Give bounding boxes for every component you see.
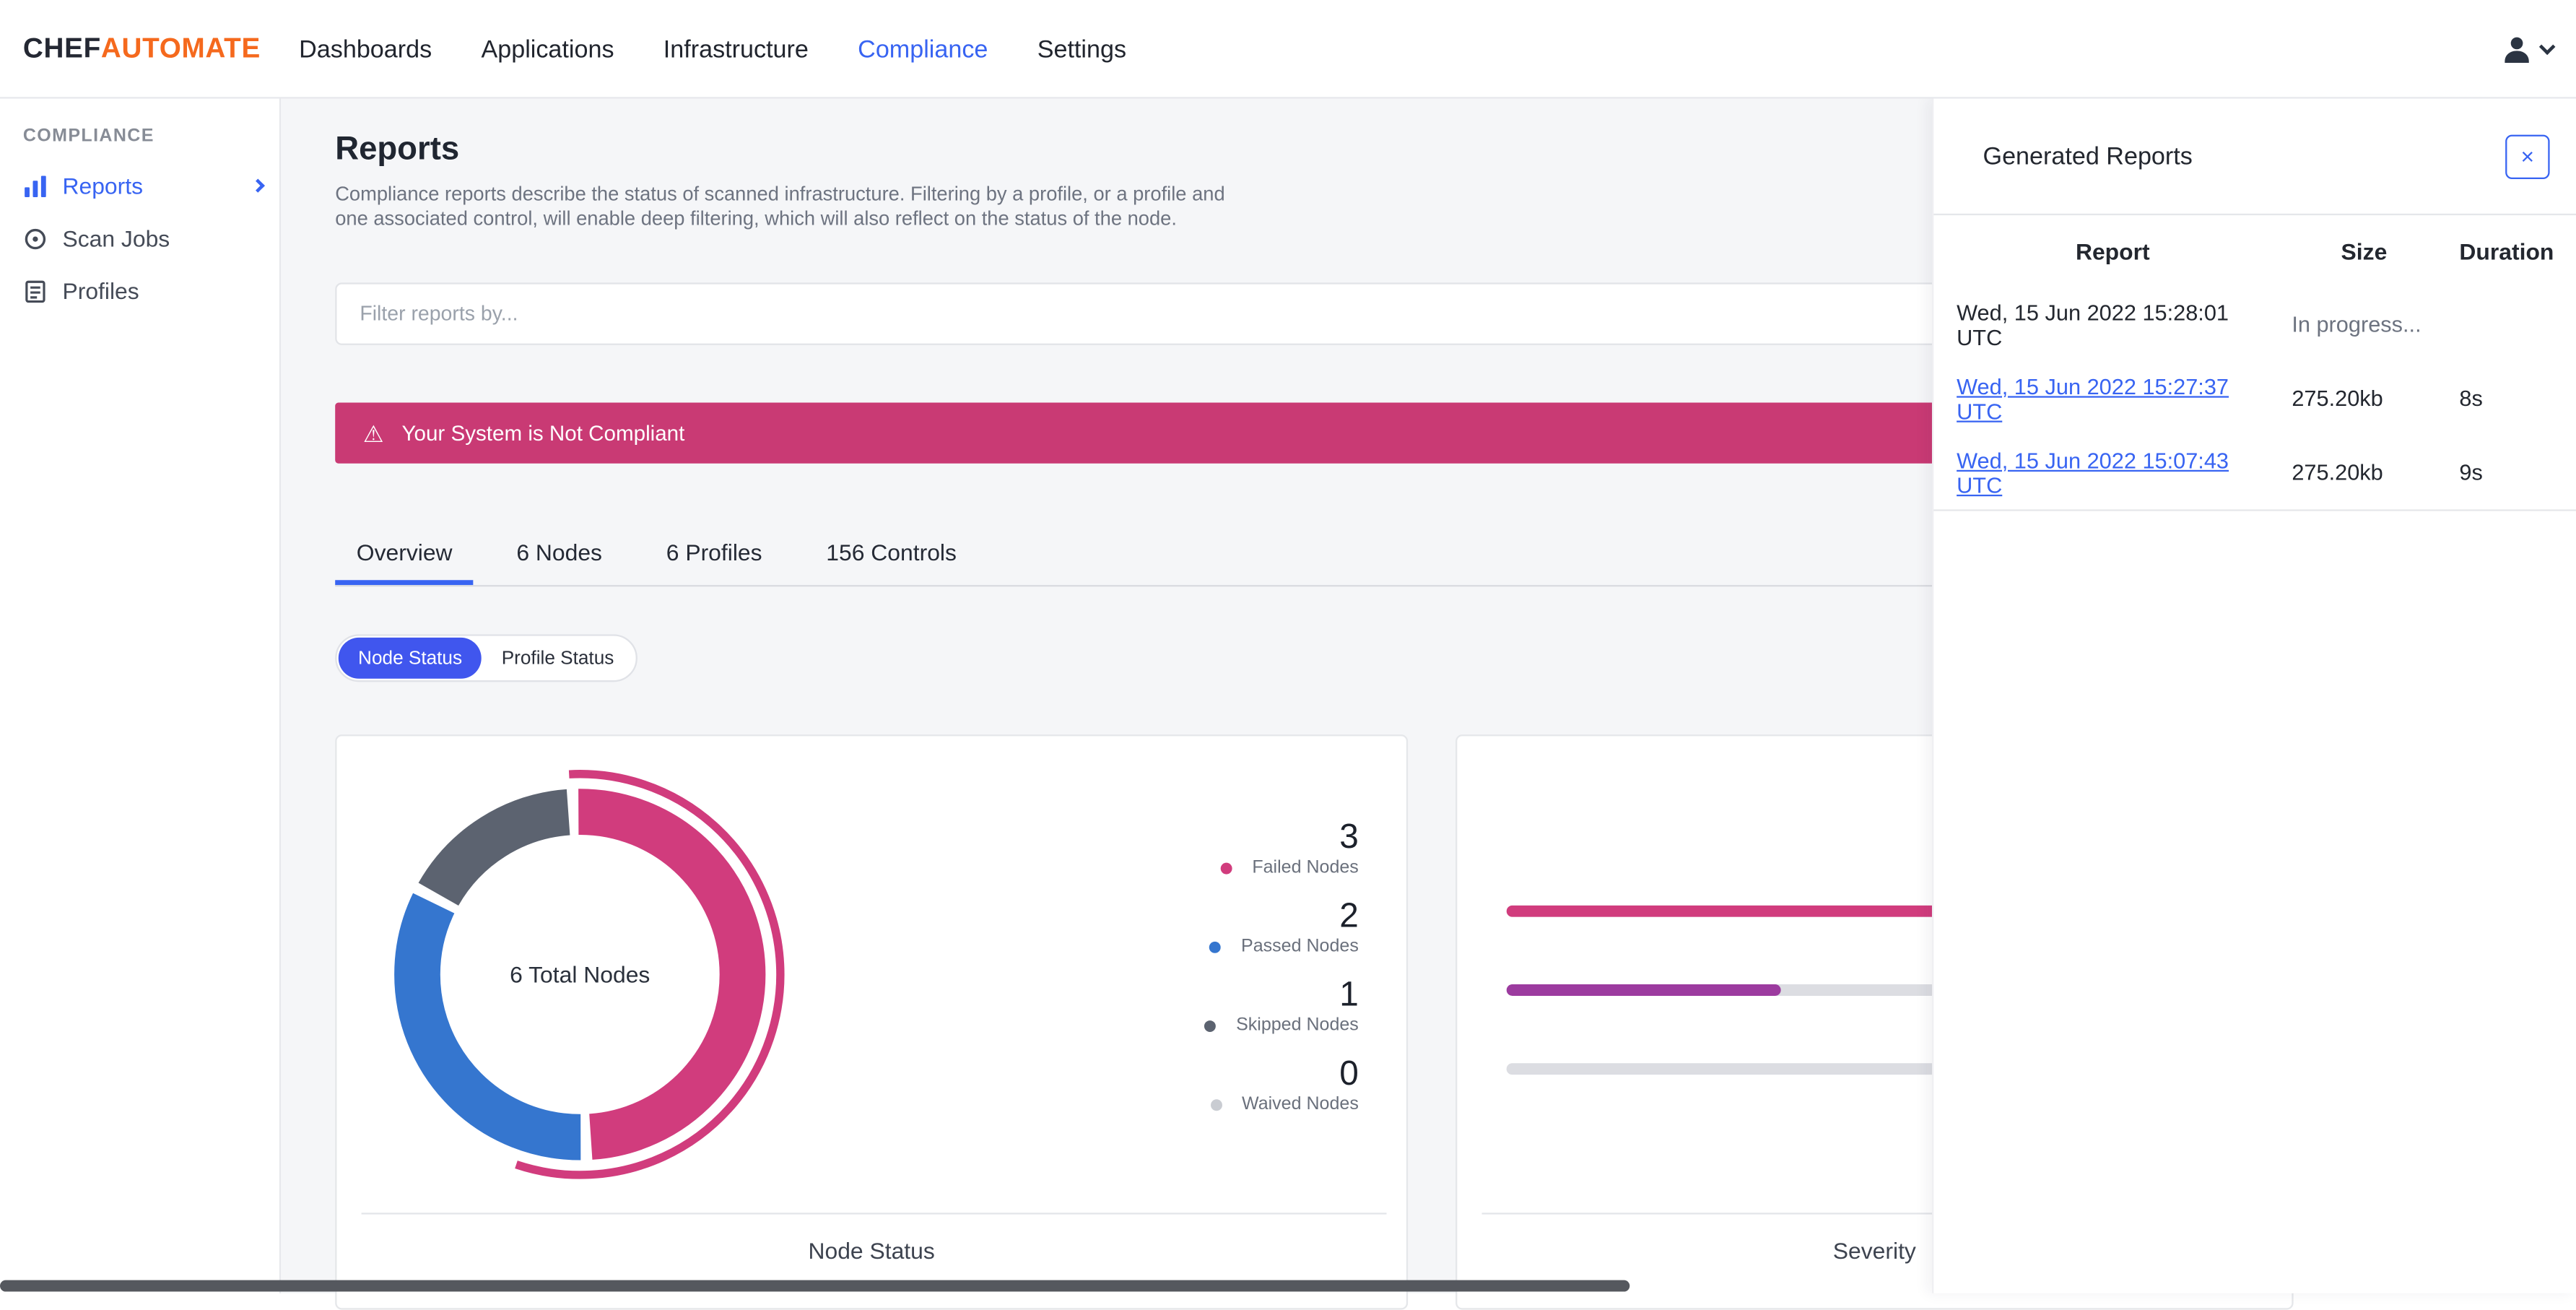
skipped-label: Skipped Nodes (1236, 1015, 1359, 1036)
node-status-card: 6 Total Nodes 3 Failed Nodes 2 Passed No… (335, 734, 1409, 1310)
passed-dot-icon (1209, 941, 1222, 953)
waived-count: 0 (1339, 1054, 1359, 1093)
skipped-count: 1 (1339, 976, 1359, 1014)
generated-reports-table: Report Size Duration Wed, 15 Jun 2022 15… (1933, 215, 2576, 511)
legend-item-failed[interactable]: 3 Failed Nodes (1221, 818, 1359, 880)
bar-chart-icon (23, 173, 48, 198)
table-row: Wed, 15 Jun 2022 15:27:37 UTC 275.20kb 8… (1957, 362, 2553, 435)
user-menu[interactable] (2499, 0, 2556, 99)
sidebar-section-label: COMPLIANCE (22, 126, 155, 147)
sidebar-item-reports[interactable]: Reports (0, 160, 279, 212)
failed-dot-icon (1221, 862, 1233, 875)
report-download-link[interactable]: Wed, 15 Jun 2022 15:27:37 UTC (1957, 374, 2268, 423)
page-description: Compliance reports describe the status o… (335, 183, 1224, 232)
logo-automate: AUTOMATE (100, 32, 261, 64)
column-header-duration: Duration (2459, 238, 2554, 265)
top-navbar: CHEF AUTOMATE Dashboards Applications Inf… (0, 0, 2576, 99)
waived-dot-icon (1210, 1099, 1222, 1111)
tab-overview[interactable]: Overview (335, 523, 474, 586)
card-divider (361, 1213, 1387, 1215)
chevron-right-icon (251, 178, 265, 193)
skipped-dot-icon (1204, 1020, 1217, 1033)
table-row: Wed, 15 Jun 2022 15:07:43 UTC 275.20kb 9… (1957, 435, 2553, 509)
panel-title: Generated Reports (1983, 142, 2193, 170)
legend-item-skipped[interactable]: 1 Skipped Nodes (1204, 976, 1359, 1038)
column-header-report: Report (2075, 238, 2150, 265)
chef-automate-logo[interactable]: CHEF AUTOMATE (23, 0, 261, 99)
profiles-document-icon (23, 279, 48, 303)
failed-label: Failed Nodes (1252, 857, 1359, 878)
table-row: Wed, 15 Jun 2022 15:28:01 UTC In progres… (1957, 287, 2553, 361)
nav-dashboards[interactable]: Dashboards (299, 35, 432, 64)
report-timestamp: Wed, 15 Jun 2022 15:28:01 UTC (1957, 300, 2229, 350)
sidebar-item-scan-jobs[interactable]: Scan Jobs (0, 212, 279, 265)
report-size: In progress... (2292, 312, 2421, 337)
toggle-node-status[interactable]: Node Status (338, 637, 482, 679)
alert-text: Your System is Not Compliant (401, 420, 685, 446)
node-status-caption: Node Status (808, 1237, 935, 1264)
waived-label: Waived Nodes (1241, 1094, 1359, 1114)
column-header-size: Size (2341, 238, 2388, 265)
nav-infrastructure[interactable]: Infrastructure (663, 35, 809, 64)
horizontal-scrollbar-thumb[interactable] (0, 1280, 1630, 1292)
primary-nav: Dashboards Applications Infrastructure C… (299, 0, 1126, 99)
sidebar-item-label: Profiles (62, 277, 139, 304)
nav-applications[interactable]: Applications (481, 35, 614, 64)
table-header-row: Report Size Duration (1957, 215, 2554, 287)
close-panel-button[interactable]: × (2505, 134, 2550, 178)
page-title: Reports (335, 131, 460, 168)
toggle-profile-status[interactable]: Profile Status (482, 638, 633, 679)
nav-settings[interactable]: Settings (1037, 35, 1126, 64)
panel-header: Generated Reports × (1933, 99, 2576, 216)
status-toggle-group: Node Status Profile Status (335, 634, 638, 682)
legend-item-passed[interactable]: 2 Passed Nodes (1209, 897, 1359, 960)
page-description-line2: one associated control, will enable deep… (335, 207, 1177, 230)
warning-icon: ⚠ (362, 420, 384, 446)
report-duration: 9s (2459, 460, 2483, 485)
passed-label: Passed Nodes (1241, 937, 1359, 957)
generated-reports-panel: Generated Reports × Report Size Duration… (1931, 98, 2576, 1293)
severity-bar-2-fill (1506, 984, 1780, 996)
user-profile-icon (2499, 31, 2535, 67)
node-status-legend: 3 Failed Nodes 2 Passed Nodes 1 Skipped … (1204, 818, 1359, 1135)
nav-compliance[interactable]: Compliance (858, 35, 988, 64)
chevron-down-icon (2538, 38, 2556, 54)
report-duration: 8s (2459, 386, 2483, 411)
page-description-line1: Compliance reports describe the status o… (335, 182, 1225, 206)
tab-nodes[interactable]: 6 Nodes (495, 523, 624, 585)
report-size: 275.20kb (2292, 460, 2383, 485)
chef-automate-app: CHEF AUTOMATE Dashboards Applications Inf… (0, 0, 2576, 1310)
sidebar-item-profiles[interactable]: Profiles (0, 264, 279, 317)
report-download-link[interactable]: Wed, 15 Jun 2022 15:07:43 UTC (1957, 448, 2268, 497)
passed-count: 2 (1339, 897, 1359, 935)
tab-controls[interactable]: 156 Controls (805, 523, 978, 585)
failed-count: 3 (1339, 818, 1359, 856)
report-size: 275.20kb (2292, 386, 2383, 411)
close-icon: × (2520, 142, 2535, 170)
logo-chef: CHEF (22, 32, 101, 64)
tab-profiles[interactable]: 6 Profiles (645, 523, 783, 585)
sidebar-item-label: Reports (62, 172, 144, 199)
sidebar-item-label: Scan Jobs (62, 225, 170, 252)
legend-item-waived[interactable]: 0 Waived Nodes (1210, 1054, 1359, 1117)
compliance-sidebar: COMPLIANCE Reports Scan Jobs Profiles (0, 98, 282, 1293)
scan-target-icon (23, 226, 48, 251)
node-status-donut-chart[interactable]: 6 Total Nodes (358, 752, 801, 1196)
